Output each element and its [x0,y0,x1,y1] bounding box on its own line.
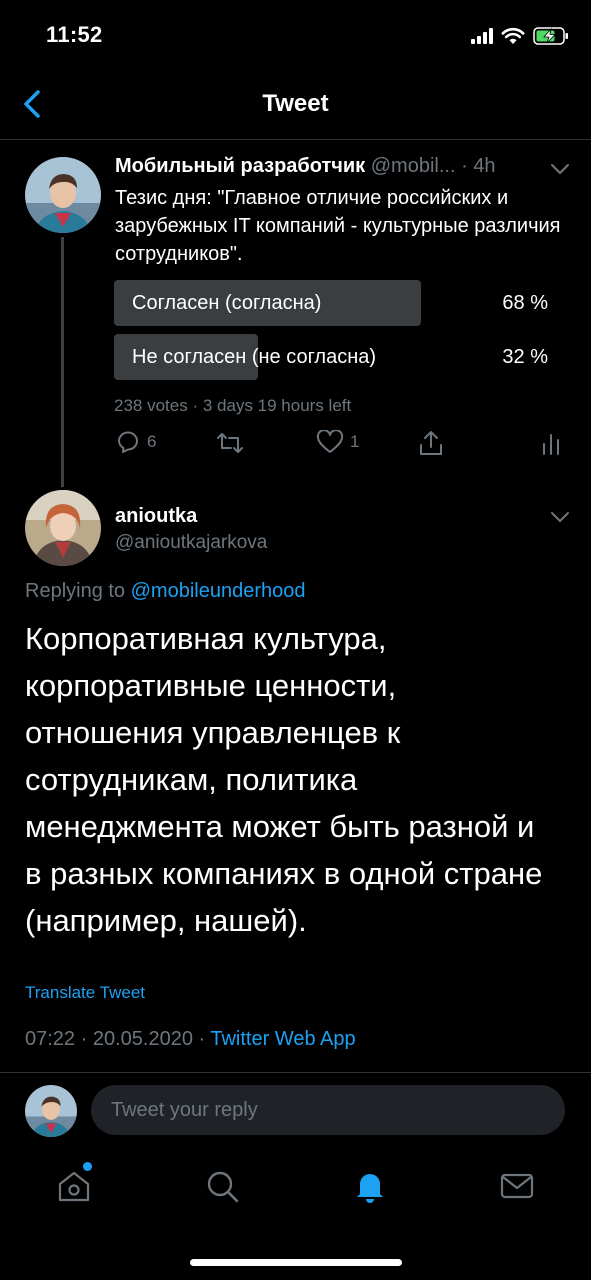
reply-text-line: сотрудникам, политика [25,762,358,797]
messages-icon[interactable] [495,1164,539,1208]
separator-dot: · [461,155,468,177]
share-icon[interactable] [418,429,444,457]
reply-text: Корпоративная культура, корпоративные це… [25,615,570,944]
poll-option: Согласен (согласна) 68 % [114,280,548,326]
reply-icon [118,431,138,453]
poll-option-percent: 32 % [502,346,548,368]
author-name[interactable]: Мобильный разработчик [115,155,365,177]
poll-option-percent: 68 % [502,292,548,314]
tweet-age: 4h [473,155,496,177]
poll-meta: 238 votes · 3 days 19 hours left [114,396,351,416]
replying-to-handle[interactable]: @mobileunderhood [131,580,306,602]
heart-icon [316,430,344,453]
reply-text-line: Корпоративная культура, [25,621,387,656]
tweet-header: Мобильный разработчик @mobil... · 4h [115,155,575,178]
author-handle[interactable]: @mobil... [371,155,456,177]
home-icon[interactable] [52,1164,96,1208]
search-icon[interactable] [200,1164,244,1208]
reply-text-line: (например, нашей). [25,903,307,938]
reply-bar-divider [0,1072,591,1073]
home-indicator [190,1259,402,1266]
reply-author-avatar[interactable] [25,490,101,566]
current-user-avatar[interactable] [25,1085,77,1137]
home-notification-dot [83,1162,92,1171]
chevron-down-icon[interactable] [550,510,570,524]
poll-option-label: Согласен (согласна) [132,292,322,314]
status-time: 11:52 [46,22,103,47]
poll-option-label: Не согласен (не согласна) [132,346,377,368]
tweet-timestamp: 07:22 · 20.05.2020 · Twitter Web App [25,1028,356,1051]
replying-to-prefix: Replying to [25,580,131,602]
tweet-text: Тезис дня: "Главное отличие российских и… [115,187,561,265]
poll-time-left: 3 days 19 hours left [202,396,352,415]
replying-to: Replying to @mobileunderhood [25,580,306,603]
reply-action[interactable]: 6 [115,428,156,456]
like-count: 1 [350,432,360,451]
separator-dot: · [192,396,203,415]
tweet-source[interactable]: Twitter Web App [210,1028,355,1050]
page-title: Tweet [262,90,329,117]
reply-input[interactable]: Tweet your reply [91,1085,565,1135]
signal-icon [471,28,493,44]
reply-text-line: в разных компаниях в одной стране [25,856,543,891]
reply-input-placeholder: Tweet your reply [111,1099,258,1121]
reply-text-line: корпоративные ценности, [25,668,397,703]
reply-author-name[interactable]: anioutka [115,505,197,528]
reply-count: 6 [147,432,157,451]
reply-author-handle[interactable]: @anioutkajarkova [115,532,267,554]
status-icons [471,24,569,48]
like-action[interactable]: 1 [316,428,359,456]
reply-text-line: менеджмента может быть разной и [25,809,535,844]
tweet-time: 07:22 [25,1028,76,1050]
notifications-icon[interactable] [348,1164,392,1208]
thread-line [61,237,64,487]
tweet-date: 20.05.2020 [92,1028,193,1050]
chevron-down-icon[interactable] [550,162,570,176]
nav-divider [0,139,591,140]
poll-votes: 238 votes [114,396,188,415]
wifi-icon [501,27,525,44]
author-avatar[interactable] [25,157,101,233]
translate-tweet-link[interactable]: Translate Tweet [25,983,145,1003]
separator-dot: · [80,1028,93,1050]
poll-option: Не согласен (не согласна) 32 % [114,334,548,380]
analytics-icon[interactable] [541,432,561,456]
retweet-icon[interactable] [215,430,245,456]
separator-dot: · [198,1028,211,1050]
battery-charging-icon [533,27,568,45]
reply-text-line: отношения управленцев к [25,715,401,750]
